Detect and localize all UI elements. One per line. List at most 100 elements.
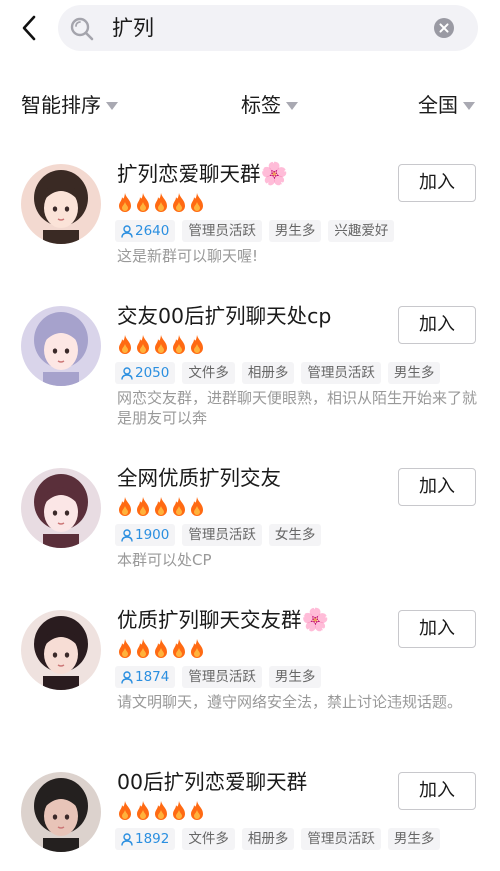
- fire-icon: [137, 193, 149, 212]
- filter-region-label: 全国: [418, 93, 458, 117]
- search-query-text: 扩列: [112, 16, 154, 40]
- filter-bar: 智能排序 标签 全国: [0, 86, 500, 126]
- group-name-text: 全网优质扩列交友: [117, 466, 281, 490]
- member-count-tag: 2050: [115, 362, 176, 384]
- group-tag: 相册多: [241, 828, 295, 850]
- filter-sort-dropdown[interactable]: 智能排序: [21, 92, 118, 118]
- group-avatar[interactable]: [21, 164, 101, 244]
- fire-icon: [173, 801, 185, 820]
- fire-icon: [119, 639, 131, 658]
- member-count: 1892: [135, 831, 170, 847]
- clear-search-icon[interactable]: [434, 18, 454, 38]
- fire-icon: [137, 335, 149, 354]
- group-tag: 兴趣爱好: [328, 220, 395, 242]
- search-icon: [70, 17, 94, 41]
- fire-icon: [191, 639, 203, 658]
- join-button[interactable]: 加入: [398, 772, 476, 810]
- join-button[interactable]: 加入: [398, 306, 476, 344]
- member-count-tag: 2640: [115, 220, 176, 242]
- group-tags: 2050 文件多 相册多 管理员活跃 男生多: [115, 362, 447, 384]
- group-tag: 管理员活跃: [301, 362, 381, 384]
- person-icon: [121, 528, 133, 542]
- group-tag: 管理员活跃: [182, 666, 262, 688]
- group-tag: 男生多: [268, 666, 322, 688]
- fire-icon: [191, 801, 203, 820]
- fire-icon: [155, 801, 167, 820]
- triangle-down-icon: [286, 102, 298, 110]
- fire-icon: [191, 335, 203, 354]
- group-tags: 1874 管理员活跃 男生多: [115, 666, 328, 688]
- fire-icon: [119, 497, 131, 516]
- group-avatar[interactable]: [21, 772, 101, 852]
- group-tags: 1892 文件多 相册多 管理员活跃 男生多: [115, 828, 447, 850]
- fire-icon: [155, 193, 167, 212]
- group-tag: 女生多: [268, 524, 322, 546]
- group-tag: 文件多: [182, 362, 235, 384]
- fire-icon: [119, 193, 131, 212]
- fire-icon: [155, 335, 167, 354]
- fire-icon: [137, 497, 149, 516]
- fire-icon: [155, 639, 167, 658]
- member-count: 2640: [135, 223, 170, 239]
- group-name: 优质扩列聊天交友群🌸: [117, 606, 329, 635]
- member-count-tag: 1892: [115, 828, 176, 850]
- person-icon: [121, 670, 133, 684]
- group-description: 网恋交友群，进群聊天便眼熟，相识从陌生开始来了就是朋友可以奔: [117, 389, 478, 427]
- group-tag: 文件多: [182, 828, 235, 850]
- filter-region-dropdown[interactable]: 全国: [418, 92, 475, 118]
- fire-icon: [155, 497, 167, 516]
- fire-icon: [173, 639, 185, 658]
- heat-rating: [116, 496, 206, 518]
- search-header: 扩列: [0, 0, 500, 60]
- flower-emoji: 🌸: [301, 608, 329, 633]
- group-tag: 相册多: [241, 362, 295, 384]
- member-count-tag: 1900: [115, 524, 176, 546]
- group-name: 扩列恋爱聊天群🌸: [117, 160, 288, 189]
- member-count: 1900: [135, 527, 170, 543]
- back-arrow-icon[interactable]: [14, 11, 44, 45]
- triangle-down-icon: [106, 102, 118, 110]
- person-icon: [121, 366, 133, 380]
- fire-icon: [119, 801, 131, 820]
- join-button[interactable]: 加入: [398, 610, 476, 648]
- filter-tags-dropdown[interactable]: 标签: [241, 92, 298, 118]
- heat-rating: [116, 800, 206, 822]
- member-count: 1874: [135, 669, 170, 685]
- fire-icon: [119, 335, 131, 354]
- group-tag: 男生多: [387, 362, 441, 384]
- group-description: 本群可以处CP: [117, 551, 212, 569]
- flower-emoji: 🌸: [260, 162, 288, 187]
- group-avatar[interactable]: [21, 468, 101, 548]
- member-count-tag: 1874: [115, 666, 176, 688]
- fire-icon: [173, 497, 185, 516]
- group-tag: 男生多: [268, 220, 322, 242]
- group-name-text: 扩列恋爱聊天群: [117, 162, 261, 186]
- group-name-text: 00后扩列恋爱聊天群: [117, 770, 308, 794]
- group-tag: 男生多: [387, 828, 441, 850]
- member-count: 2050: [135, 365, 170, 381]
- group-name: 全网优质扩列交友: [117, 464, 281, 493]
- group-tag: 管理员活跃: [301, 828, 381, 850]
- group-avatar[interactable]: [21, 306, 101, 386]
- fire-icon: [191, 497, 203, 516]
- group-name-text: 交友00后扩列聊天处cp: [117, 304, 332, 328]
- join-button[interactable]: 加入: [398, 468, 476, 506]
- group-tags: 1900 管理员活跃 女生多: [115, 524, 328, 546]
- group-name-text: 优质扩列聊天交友群: [117, 608, 302, 632]
- triangle-down-icon: [463, 102, 475, 110]
- person-icon: [121, 832, 133, 846]
- fire-icon: [137, 639, 149, 658]
- filter-sort-label: 智能排序: [21, 93, 101, 117]
- heat-rating: [116, 192, 206, 214]
- group-name: 交友00后扩列聊天处cp: [117, 302, 331, 331]
- search-input[interactable]: 扩列: [58, 5, 478, 51]
- group-tags: 2640 管理员活跃 男生多 兴趣爱好: [115, 220, 401, 242]
- group-description: 这是新群可以聊天喔!: [117, 247, 259, 265]
- person-icon: [121, 224, 133, 238]
- heat-rating: [116, 638, 206, 660]
- join-button[interactable]: 加入: [398, 164, 476, 202]
- group-avatar[interactable]: [21, 610, 101, 690]
- group-tag: 管理员活跃: [182, 524, 262, 546]
- group-name: 00后扩列恋爱聊天群: [117, 768, 307, 797]
- filter-tags-label: 标签: [241, 93, 281, 117]
